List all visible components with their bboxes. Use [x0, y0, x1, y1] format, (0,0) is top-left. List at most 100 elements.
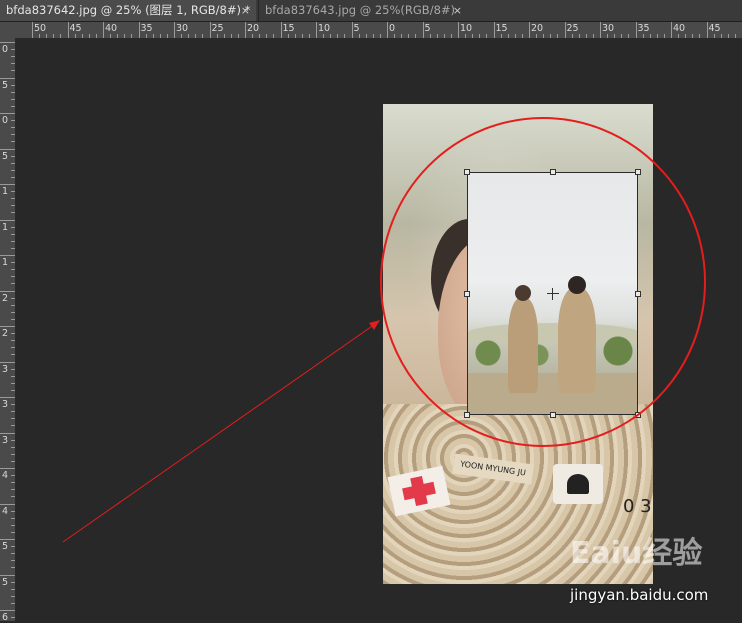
ruler-tick-label: 2 [2, 292, 9, 304]
ruler-tick-label: 6 [2, 612, 9, 623]
ruler-tick-label: 25 [211, 23, 224, 34]
ruler-minor-tick [259, 34, 261, 38]
ruler-minor-tick [465, 34, 467, 38]
ruler-major-tick [67, 22, 69, 38]
ruler-major-tick [600, 22, 601, 38]
ruler-major-tick [0, 77, 15, 79]
ruler-major-tick [138, 22, 140, 38]
ruler-major-tick [209, 22, 211, 38]
ruler-minor-tick [11, 169, 15, 171]
ruler-tick-label: 3 [2, 434, 9, 446]
ruler-horizontal[interactable]: 50 45 40 35 30 25 20 15 10 5 0 5 10 15 20 25 30 35 40 45 [16, 22, 742, 39]
ruler-minor-tick [53, 34, 55, 38]
ruler-minor-tick [81, 34, 83, 38]
document-tab-bar: bfda837642.jpg @ 25% (图层 1, RGB/8#) * × … [0, 0, 742, 22]
ruler-tick-label: 2 [2, 328, 9, 339]
ruler-tick-label: 0 [2, 115, 9, 126]
ruler-minor-tick [11, 311, 15, 313]
ruler-minor-tick [408, 34, 410, 38]
ruler-tick-label: 5 [353, 23, 360, 34]
ruler-major-tick [0, 432, 15, 434]
ruler-minor-tick [110, 34, 112, 38]
ruler-major-tick [0, 326, 15, 327]
ruler-minor-tick [74, 34, 76, 38]
ruler-minor-tick [11, 155, 15, 157]
ruler-minor-tick [252, 34, 254, 38]
tab-bfda837643[interactable]: bfda837643.jpg @ 25%(RGB/8#) × [258, 0, 468, 21]
ruler-tick-label: 30 [176, 23, 189, 34]
ruler-minor-tick [11, 91, 15, 93]
ruler-minor-tick [11, 617, 15, 619]
ruler-minor-tick [11, 191, 15, 193]
close-icon[interactable]: × [453, 0, 462, 21]
ruler-minor-tick [11, 524, 15, 526]
ruler-minor-tick [230, 34, 232, 38]
ruler-minor-tick [479, 34, 481, 38]
transform-handle-icon[interactable] [550, 169, 556, 175]
ruler-minor-tick [394, 34, 396, 38]
ruler-minor-tick [443, 34, 445, 38]
ruler-major-tick [245, 22, 246, 38]
photo-ground [468, 373, 637, 414]
transform-handle-icon[interactable] [635, 291, 641, 297]
transform-handle-icon[interactable] [464, 291, 470, 297]
ruler-tick-label: 15 [282, 23, 295, 34]
ruler-minor-tick [11, 404, 15, 406]
ruler-major-tick [316, 22, 317, 38]
ruler-minor-tick [11, 340, 15, 342]
photo-bushes [468, 333, 637, 373]
tab-bfda837642[interactable]: bfda837642.jpg @ 25% (图层 1, RGB/8#) * × [0, 0, 256, 21]
ruler-minor-tick [11, 560, 15, 562]
ruler-minor-tick [372, 34, 374, 38]
ruler-minor-tick [436, 34, 438, 38]
transform-handle-icon[interactable] [464, 169, 470, 175]
ruler-minor-tick [39, 34, 41, 38]
ruler-minor-tick [337, 34, 339, 38]
ruler-origin[interactable] [0, 22, 16, 38]
ruler-minor-tick [11, 84, 15, 86]
transform-handle-icon[interactable] [464, 412, 470, 418]
ruler-minor-tick [11, 510, 15, 512]
ruler-minor-tick [124, 34, 126, 38]
ruler-minor-tick [11, 63, 15, 65]
ruler-minor-tick [287, 34, 289, 38]
ruler-minor-tick [11, 446, 15, 448]
ruler-minor-tick [11, 531, 15, 533]
ruler-minor-tick [11, 105, 15, 107]
ruler-minor-tick [500, 34, 502, 38]
ruler-minor-tick [11, 354, 15, 356]
ruler-minor-tick [301, 34, 303, 38]
ruler-minor-tick [159, 34, 161, 38]
ruler-minor-tick [507, 34, 509, 38]
ruler-minor-tick [11, 318, 15, 320]
ruler-minor-tick [11, 411, 15, 413]
ruler-minor-tick [621, 34, 623, 38]
ruler-minor-tick [117, 34, 119, 38]
transform-handle-icon[interactable] [635, 169, 641, 175]
ruler-minor-tick [685, 34, 687, 38]
ruler-major-tick [0, 290, 15, 292]
watermark: Eaiu经验 jingyan.baidu.com [560, 520, 742, 620]
ruler-minor-tick [614, 34, 616, 38]
ruler-minor-tick [266, 34, 268, 38]
ruler-minor-tick [11, 212, 15, 214]
ruler-major-tick [458, 22, 459, 38]
ruler-minor-tick [88, 34, 90, 38]
ruler-minor-tick [46, 34, 48, 38]
ruler-tick-label: 20 [247, 23, 260, 34]
ruler-major-tick [422, 22, 424, 38]
ruler-major-tick [635, 22, 637, 38]
photo-person-left [508, 298, 538, 393]
transform-handle-icon[interactable] [635, 412, 641, 418]
ruler-vertical[interactable]: 0 5 0 5 1 1 1 2 2 3 3 3 4 4 5 5 6 [0, 38, 16, 623]
ruler-minor-tick [11, 439, 15, 441]
ruler-minor-tick [543, 34, 545, 38]
ruler-major-tick [493, 22, 495, 38]
ruler-tick-label: 5 [2, 576, 9, 588]
ruler-major-tick [103, 22, 104, 38]
ruler-minor-tick [713, 34, 715, 38]
ruler-minor-tick [11, 70, 15, 72]
transform-handle-icon[interactable] [550, 412, 556, 418]
close-icon[interactable]: × [241, 0, 250, 21]
ruler-tick-label: 10 [318, 23, 331, 34]
